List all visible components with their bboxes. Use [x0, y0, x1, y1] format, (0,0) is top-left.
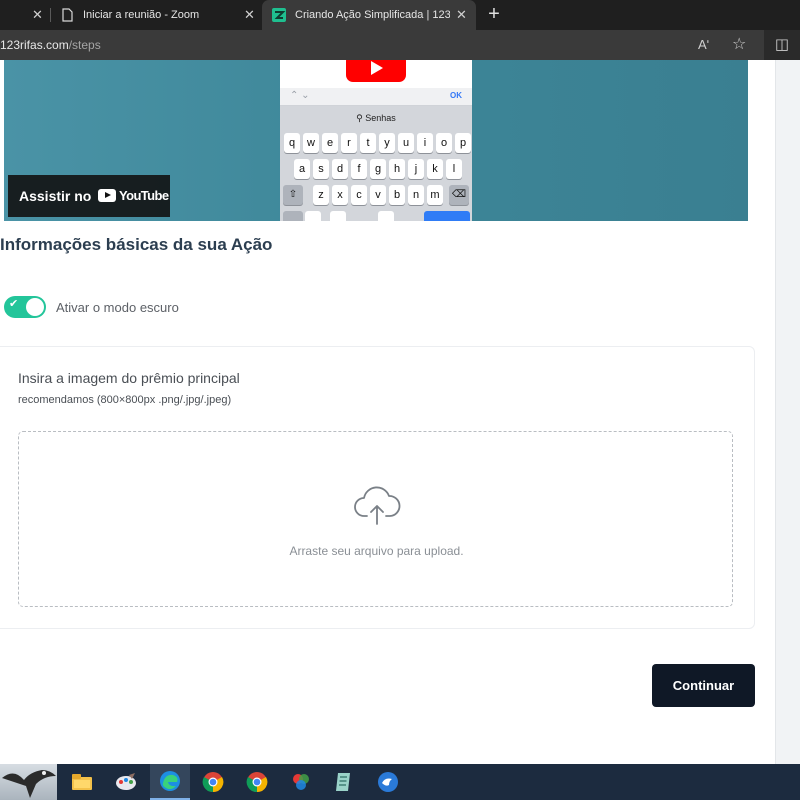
numbers-key — [283, 211, 303, 221]
favorite-star-icon[interactable]: ☆ — [732, 30, 746, 60]
key-m: m — [427, 185, 443, 205]
close-icon[interactable]: ✕ — [244, 0, 255, 30]
youtube-play-icon — [346, 60, 406, 82]
key-e: e — [322, 133, 338, 153]
close-icon[interactable]: ✕ — [456, 0, 467, 30]
youtube-wordmark: YouTube — [119, 188, 169, 203]
key-s: s — [313, 159, 329, 179]
key-l: l — [446, 159, 462, 179]
edge-icon[interactable] — [150, 764, 190, 800]
key-k: k — [427, 159, 443, 179]
video-phone-frame: ⌃ ⌄ OK ⚲ Senhas q w e r t y u i o p a s d f g h j k l ⇧ z x c v… — [280, 60, 472, 221]
tab-zoom[interactable]: Iniciar a reunião - Zoom ✕ — [52, 0, 262, 30]
chrome-icon-2[interactable] — [239, 768, 275, 796]
key-o: o — [436, 133, 452, 153]
upload-hint: recomendamos (800×800px .png/.jpg/.jpeg) — [18, 394, 232, 406]
split-screen-icon[interactable]: ◫ — [764, 30, 800, 60]
url-path: /steps — [68, 38, 101, 52]
toggle-knob — [26, 298, 44, 316]
page-icon — [62, 8, 73, 22]
key-icon: ⚲ — [356, 113, 363, 123]
keyboard-passwords-label: ⚲ Senhas — [280, 108, 472, 128]
embedded-video[interactable]: ⌃ ⌄ OK ⚲ Senhas q w e r t y u i o p a s d f g h j k l ⇧ z x c v… — [4, 60, 748, 221]
key-q: q — [284, 133, 300, 153]
key-a: a — [294, 159, 310, 179]
cloud-upload-icon — [354, 486, 401, 525]
new-tab-button[interactable]: + — [484, 0, 504, 30]
windows-taskbar — [0, 764, 800, 800]
key-i: i — [417, 133, 433, 153]
browser-tab-bar: ✕ Iniciar a reunião - Zoom ✕ Criando Açã… — [0, 0, 800, 30]
dropzone-text: Arraste seu arquivo para upload. — [289, 544, 464, 558]
tab-title: Criando Ação Simplificada | 123R — [295, 9, 450, 21]
emoji-key — [305, 211, 321, 221]
close-icon: ✕ — [32, 7, 43, 22]
key-f: f — [351, 159, 367, 179]
phone-screen-top — [280, 60, 472, 88]
eagle-icon — [2, 770, 56, 798]
tab-separator — [50, 8, 51, 22]
tab-title: Iniciar a reunião - Zoom — [83, 9, 200, 21]
paint-3d-icon[interactable] — [283, 768, 319, 796]
backspace-key: ⌫ — [449, 185, 469, 205]
upload-title: Insira a imagem do prêmio principal — [18, 370, 240, 386]
teams-icon[interactable] — [370, 768, 406, 796]
key-u: u — [398, 133, 414, 153]
check-icon: ✔ — [9, 298, 19, 310]
tab-criando-acao[interactable]: Criando Ação Simplificada | 123R ✕ — [262, 0, 476, 30]
key-p: p — [455, 133, 471, 153]
key-b: b — [389, 185, 405, 205]
notepad-icon[interactable] — [326, 768, 362, 796]
mic-key — [378, 211, 394, 221]
url-host: 123rifas.com — [0, 38, 69, 52]
file-explorer-icon[interactable] — [64, 768, 100, 796]
previous-tab-close-button[interactable]: ✕ — [26, 0, 46, 30]
page-content: ⌃ ⌄ OK ⚲ Senhas q w e r t y u i o p a s d f g h j k l ⇧ z x c v… — [0, 60, 800, 764]
url-field[interactable]: 123rifas.com/steps — [0, 30, 101, 60]
key-w: w — [303, 133, 319, 153]
dark-mode-toggle[interactable]: ✔ — [4, 296, 46, 318]
chrome-icon[interactable] — [195, 768, 231, 796]
key-j: j — [408, 159, 424, 179]
key-v: v — [370, 185, 386, 205]
section-title: Informações básicas da sua Ação — [0, 235, 273, 254]
key-h: h — [389, 159, 405, 179]
paint-icon[interactable] — [108, 768, 144, 796]
keyboard-accessory-bar: ⌃ ⌄ OK — [280, 88, 472, 106]
keyboard-arrows-icon: ⌃ ⌄ — [290, 90, 310, 101]
read-aloud-icon[interactable]: Aʹ — [698, 30, 709, 60]
dark-mode-label: Ativar o modo escuro — [56, 300, 179, 315]
shift-key: ⇧ — [283, 185, 303, 205]
space-key — [330, 211, 346, 221]
key-c: c — [351, 185, 367, 205]
key-r: r — [341, 133, 357, 153]
enter-key — [424, 211, 470, 221]
key-y: y — [379, 133, 395, 153]
watch-on-youtube-button[interactable]: Assistir no YouTube — [8, 175, 170, 217]
upload-dropzone[interactable]: Arraste seu arquivo para upload. — [18, 431, 733, 607]
wallpaper-eagle-thumbnail[interactable] — [0, 764, 57, 800]
address-bar: 123rifas.com/steps Aʹ ☆ ◫ — [0, 30, 800, 60]
key-t: t — [360, 133, 376, 153]
key-d: d — [332, 159, 348, 179]
youtube-logo-icon — [98, 189, 116, 202]
key-x: x — [332, 185, 348, 205]
passwords-text: Senhas — [365, 113, 396, 123]
continue-button[interactable]: Continuar — [652, 664, 755, 707]
keyboard-ok-label: OK — [450, 91, 462, 100]
key-z: z — [313, 185, 329, 205]
123rifas-logo-icon — [272, 8, 286, 22]
watch-label: Assistir no — [19, 188, 92, 204]
key-g: g — [370, 159, 386, 179]
key-n: n — [408, 185, 424, 205]
